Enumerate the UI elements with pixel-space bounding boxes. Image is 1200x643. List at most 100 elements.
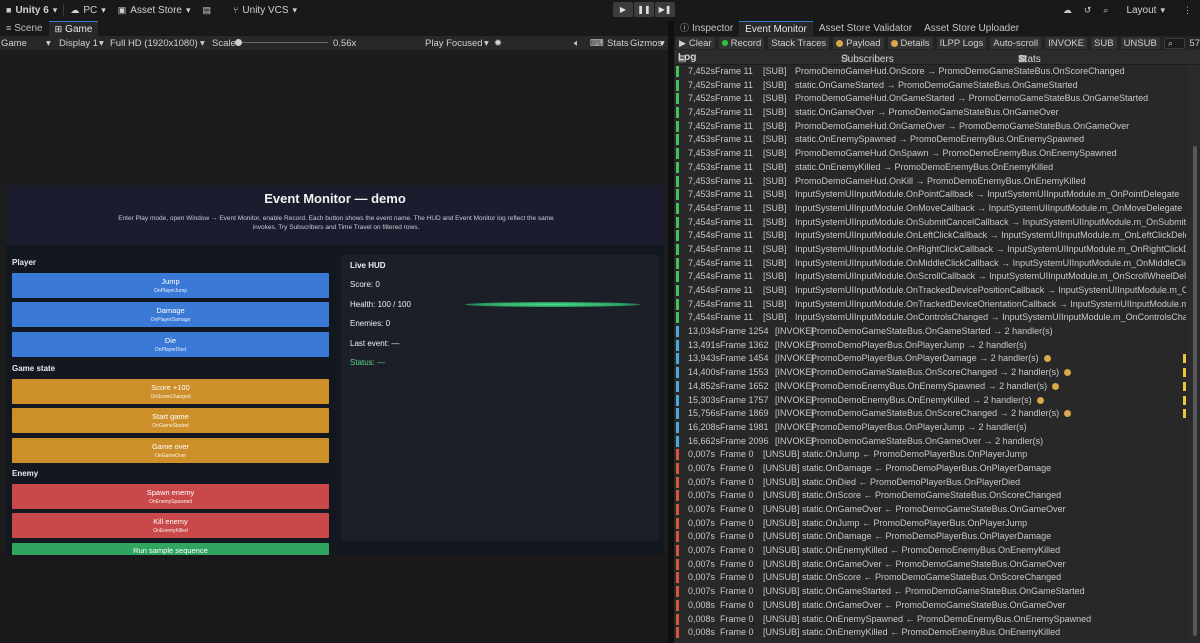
log-row[interactable]: 7,454s Frame 11 [SUB] InputSystemUIInputMod… — [674, 202, 1186, 216]
filter-sub[interactable]: SUB — [1091, 37, 1117, 49]
log-row[interactable]: 7,454s Frame 11 [SUB] InputSystemUIInputMod… — [674, 298, 1186, 312]
log-row[interactable]: 7,452s Frame 11 [SUB] PromoDemoGameHud.OnGa… — [674, 92, 1186, 106]
game-viewport[interactable]: Event Monitor — demo Enter Play mode, op… — [0, 50, 668, 555]
log-row[interactable]: 13,034s Frame 1254 [INVOKE] PromoDemoGameSt… — [674, 325, 1186, 339]
scale-slider[interactable] — [236, 42, 328, 43]
record-toggle[interactable]: Record — [718, 37, 765, 49]
gizmos-button[interactable]: Gizmos — [630, 38, 662, 49]
log-view-tab[interactable]: ▤ Log — [678, 52, 696, 63]
step-button[interactable]: ▶❚ — [655, 2, 675, 17]
speaker-icon[interactable]: 🔈︎ — [574, 38, 580, 49]
stack-traces-toggle[interactable]: Stack Traces — [768, 37, 830, 49]
tab-game[interactable]: ⊞ Game — [48, 21, 99, 36]
log-row[interactable]: 14,400s Frame 1553 [INVOKE] PromoDemoGameSt… — [674, 366, 1186, 380]
ilpp-logs-toggle[interactable]: ILPP Logs — [936, 37, 987, 49]
package-button[interactable]: ▤ — [197, 5, 218, 15]
log-row[interactable]: 0,007s Frame 0 [UNSUB] static.OnJump ← Prom… — [674, 517, 1186, 531]
die-button[interactable]: Die OnPlayerDied — [12, 332, 329, 357]
log-row[interactable]: 7,452s Frame 11 [SUB] static.OnGameStarted … — [674, 79, 1186, 93]
payload-icon[interactable] — [1064, 369, 1071, 377]
payload-icon[interactable] — [1052, 382, 1059, 390]
log-row[interactable]: 7,453s Frame 11 [SUB] InputSystemUIInputMod… — [674, 188, 1186, 202]
log-row[interactable]: 7,453s Frame 11 [SUB] PromoDemoGameHud.OnKi… — [674, 175, 1186, 189]
log-row[interactable]: 0,007s Frame 0 [UNSUB] static.OnDied ← Prom… — [674, 476, 1186, 490]
log-row[interactable]: 0,007s Frame 0 [UNSUB] static.OnGameOver ← … — [674, 503, 1186, 517]
kill-enemy-button[interactable]: Kill enemy OnEnemyKilled — [12, 513, 329, 538]
pause-button[interactable]: ❚❚ — [634, 2, 654, 17]
log-row[interactable]: 7,452s Frame 11 [SUB] PromoDemoGameHud.OnSc… — [674, 65, 1186, 79]
payload-toggle[interactable]: Payload — [833, 37, 884, 49]
log-row[interactable]: 7,454s Frame 11 [SUB] InputSystemUIInputMod… — [674, 243, 1186, 257]
log-row[interactable]: 7,452s Frame 11 [SUB] static.OnGameOver → P… — [674, 106, 1186, 120]
log-row[interactable]: 7,454s Frame 11 [SUB] InputSystemUIInputMod… — [674, 229, 1186, 243]
display-dropdown[interactable]: Display 1 — [59, 38, 98, 49]
keyboard-icon[interactable]: ⌨︎ — [590, 38, 604, 49]
log-row[interactable]: 14,852s Frame 1652 [INVOKE] PromoDemoEnemyB… — [674, 380, 1186, 394]
log-row[interactable]: 7,453s Frame 11 [SUB] static.OnEnemyKilled … — [674, 161, 1186, 175]
filter-invoke[interactable]: INVOKE — [1045, 37, 1088, 49]
log-row[interactable]: 13,491s Frame 1362 [INVOKE] PromoDemoPlayer… — [674, 339, 1186, 353]
payload-icon[interactable] — [1064, 410, 1071, 418]
tab-inspector[interactable]: ⓘ Inspector — [674, 21, 739, 36]
log-row[interactable]: 7,454s Frame 11 [SUB] InputSystemUIInputMod… — [674, 270, 1186, 284]
log-row[interactable]: 7,452s Frame 11 [SUB] PromoDemoGameHud.OnGa… — [674, 120, 1186, 134]
vcs-dropdown[interactable]: ⑂ Unity VCS ▾ — [227, 5, 303, 16]
tab-scene[interactable]: ≡ Scene — [0, 21, 49, 36]
tab-event-monitor[interactable]: Event Monitor — [739, 21, 813, 36]
layout-dropdown[interactable]: Layout ▾ — [1120, 5, 1171, 16]
log-row[interactable]: 0,007s Frame 0 [UNSUB] static.OnJump ← Prom… — [674, 448, 1186, 462]
clear-button[interactable]: ▶ Clear — [676, 37, 715, 49]
game-over-button[interactable]: Game over OnGameOver — [12, 438, 329, 463]
log-row[interactable]: 15,303s Frame 1757 [INVOKE] PromoDemoEnemyB… — [674, 394, 1186, 408]
tab-asset-store-validator[interactable]: Asset Store Validator — [813, 21, 918, 36]
cloud-icon[interactable]: ☁ — [1063, 5, 1072, 15]
scale-slider-handle[interactable] — [235, 39, 242, 46]
stats-button[interactable]: Stats — [607, 38, 629, 49]
search-icon[interactable]: ⌕ — [1103, 5, 1108, 15]
log-row[interactable]: 0,008s Frame 0 [UNSUB] static.OnEnemyKilled… — [674, 626, 1186, 640]
bug-icon[interactable]: ✹ — [494, 38, 502, 49]
scrollbar-thumb[interactable] — [1193, 146, 1197, 636]
log-row[interactable]: 7,453s Frame 11 [SUB] PromoDemoGameHud.OnSp… — [674, 147, 1186, 161]
jump-button[interactable]: Jump OnPlayerJump — [12, 273, 329, 298]
platform-dropdown[interactable]: ☁ PC ▾ — [64, 5, 111, 16]
score-button[interactable]: Score +100 OnScoreChanged — [12, 379, 329, 404]
asset-store-dropdown[interactable]: ▣ Asset Store ▾ — [112, 5, 197, 16]
event-log[interactable]: 7,452s Frame 11 [SUB] PromoDemoGameHud.OnSc… — [674, 65, 1186, 643]
menu-icon[interactable]: ⋮ — [1183, 5, 1192, 15]
log-row[interactable]: 0,007s Frame 0 [UNSUB] static.OnScore ← Pro… — [674, 571, 1186, 585]
run-sample-button[interactable]: Run sample sequence — [12, 543, 329, 555]
auto-scroll-toggle[interactable]: Auto-scroll — [990, 37, 1042, 49]
account-menu[interactable]: ■ Unity 6 ▾ — [0, 5, 63, 16]
log-row[interactable]: 0,007s Frame 0 [UNSUB] static.OnDamage ← Pr… — [674, 530, 1186, 544]
log-row[interactable]: 0,007s Frame 0 [UNSUB] static.OnEnemyKilled… — [674, 544, 1186, 558]
log-row[interactable]: 16,662s Frame 2096 [INVOKE] PromoDemoGameSt… — [674, 435, 1186, 449]
log-row[interactable]: 7,453s Frame 11 [SUB] static.OnEnemySpawned… — [674, 133, 1186, 147]
log-row[interactable]: 15,756s Frame 1869 [INVOKE] PromoDemoGameSt… — [674, 407, 1186, 421]
play-button[interactable]: ▶ — [613, 2, 633, 17]
log-row[interactable]: 0,007s Frame 0 [UNSUB] static.OnDamage ← Pr… — [674, 462, 1186, 476]
history-icon[interactable]: ↺ — [1084, 5, 1092, 15]
details-toggle[interactable]: Details — [887, 37, 933, 49]
play-focused-dropdown[interactable]: Play Focused — [425, 38, 483, 49]
payload-icon[interactable] — [1037, 396, 1044, 404]
log-row[interactable]: 13,943s Frame 1454 [INVOKE] PromoDemoPlayer… — [674, 352, 1186, 366]
log-row[interactable]: 7,454s Frame 11 [SUB] InputSystemUIInputMod… — [674, 284, 1186, 298]
search-input[interactable]: ⌕ — [1163, 37, 1186, 49]
log-row[interactable]: 0,008s Frame 0 [UNSUB] static.OnEnemySpawne… — [674, 613, 1186, 627]
payload-icon[interactable] — [1044, 355, 1051, 363]
log-scrollbar[interactable] — [1188, 65, 1200, 643]
log-row[interactable]: 0,007s Frame 0 [UNSUB] static.OnGameOver ← … — [674, 558, 1186, 572]
filter-unsub[interactable]: UNSUB — [1120, 37, 1160, 49]
tab-asset-store-uploader[interactable]: Asset Store Uploader — [918, 21, 1025, 36]
game-mode-dropdown[interactable]: Game — [1, 38, 27, 49]
log-row[interactable]: 7,454s Frame 11 [SUB] InputSystemUIInputMod… — [674, 257, 1186, 271]
log-row[interactable]: 7,454s Frame 11 [SUB] InputSystemUIInputMod… — [674, 216, 1186, 230]
damage-button[interactable]: Damage OnPlayerDamage — [12, 302, 329, 327]
log-row[interactable]: 16,208s Frame 1981 [INVOKE] PromoDemoPlayer… — [674, 421, 1186, 435]
resolution-dropdown[interactable]: Full HD (1920x1080) — [110, 38, 198, 49]
log-row[interactable]: 0,007s Frame 0 [UNSUB] static.OnGameStarted… — [674, 585, 1186, 599]
spawn-enemy-button[interactable]: Spawn enemy OnEnemySpawned — [12, 484, 329, 509]
log-row[interactable]: 0,008s Frame 0 [UNSUB] static.OnGameOver ← … — [674, 599, 1186, 613]
start-game-button[interactable]: Start game OnGameStarted — [12, 408, 329, 433]
